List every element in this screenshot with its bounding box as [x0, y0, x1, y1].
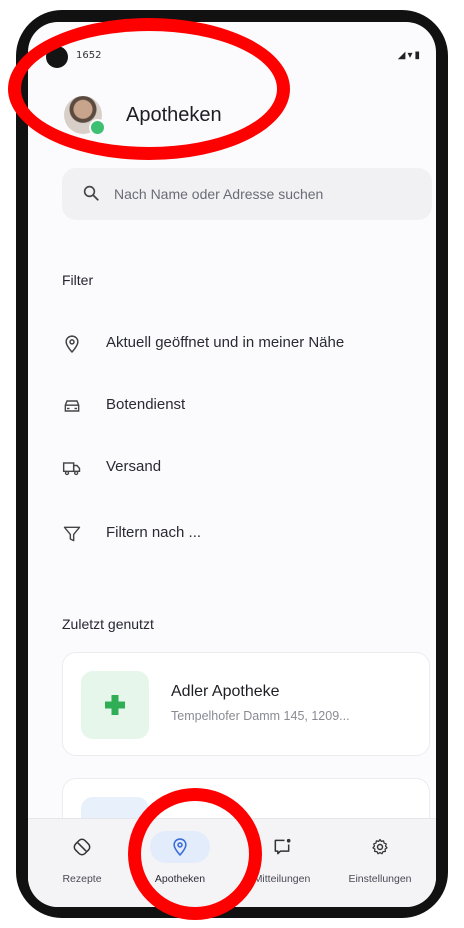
- filter-heading: Filter: [62, 272, 94, 288]
- filter-label: Versand: [106, 458, 162, 475]
- nav-label: Apotheken: [154, 873, 206, 885]
- filter-delivery-service[interactable]: Botendienst: [62, 388, 422, 424]
- message-icon: [274, 838, 291, 855]
- truck-icon: [62, 462, 81, 476]
- filter-label: Filtern nach ...: [106, 524, 202, 541]
- filter-shipping[interactable]: Versand: [62, 450, 422, 486]
- bottom-navigation: Rezepte Apotheken Mitteilungen Einstellu…: [28, 818, 436, 907]
- avatar[interactable]: [64, 96, 106, 136]
- nav-label: Einstellungen: [348, 873, 412, 885]
- funnel-icon: [63, 526, 81, 542]
- location-pin-icon: [65, 335, 79, 353]
- pharmacy-card[interactable]: Adler Apotheke Tempelhofer Damm 145, 120…: [62, 652, 430, 756]
- app-header: Apotheken: [28, 88, 436, 144]
- search-input[interactable]: [114, 168, 424, 220]
- nav-label: Rezepte: [62, 873, 102, 885]
- pharmacy-logo: [81, 671, 149, 739]
- nav-mitteilungen[interactable]: Mitteilungen: [236, 833, 328, 893]
- status-bar: 1652 ◢▾▮: [28, 22, 436, 72]
- app-screen: 1652 ◢▾▮ Apotheken Filter Aktuell geöffn…: [28, 22, 436, 907]
- location-pin-icon: [173, 838, 187, 857]
- filter-open-nearby[interactable]: Aktuell geöffnet und in meiner Nähe: [62, 326, 422, 362]
- search-bar[interactable]: [62, 168, 432, 220]
- filter-label: Aktuell geöffnet und in meiner Nähe: [106, 334, 345, 351]
- pharmacy-address: Tempelhofer Damm 145, 1209...: [171, 709, 350, 723]
- filter-label: Botendienst: [106, 396, 186, 413]
- status-time: 1652: [76, 50, 102, 61]
- car-icon: [64, 400, 80, 412]
- recent-heading: Zuletzt genutzt: [62, 616, 154, 632]
- search-icon: [83, 185, 99, 201]
- pharmacy-name: Adler Apotheke: [171, 683, 280, 700]
- filter-by[interactable]: Filtern nach ...: [62, 516, 422, 552]
- online-status-dot: [89, 119, 106, 136]
- gear-icon: [372, 838, 388, 855]
- nav-apotheken[interactable]: Apotheken: [134, 831, 226, 893]
- camera-cutout: [46, 46, 68, 68]
- nav-einstellungen[interactable]: Einstellungen: [334, 833, 426, 893]
- pharmacy-cross-icon: [105, 695, 125, 715]
- signal-wifi-battery-icons: ◢▾▮: [397, 50, 422, 61]
- page-title: Apotheken: [126, 104, 222, 126]
- nav-rezepte[interactable]: Rezepte: [36, 833, 128, 893]
- prescription-icon: [73, 838, 91, 856]
- nav-label: Mitteilungen: [253, 873, 311, 885]
